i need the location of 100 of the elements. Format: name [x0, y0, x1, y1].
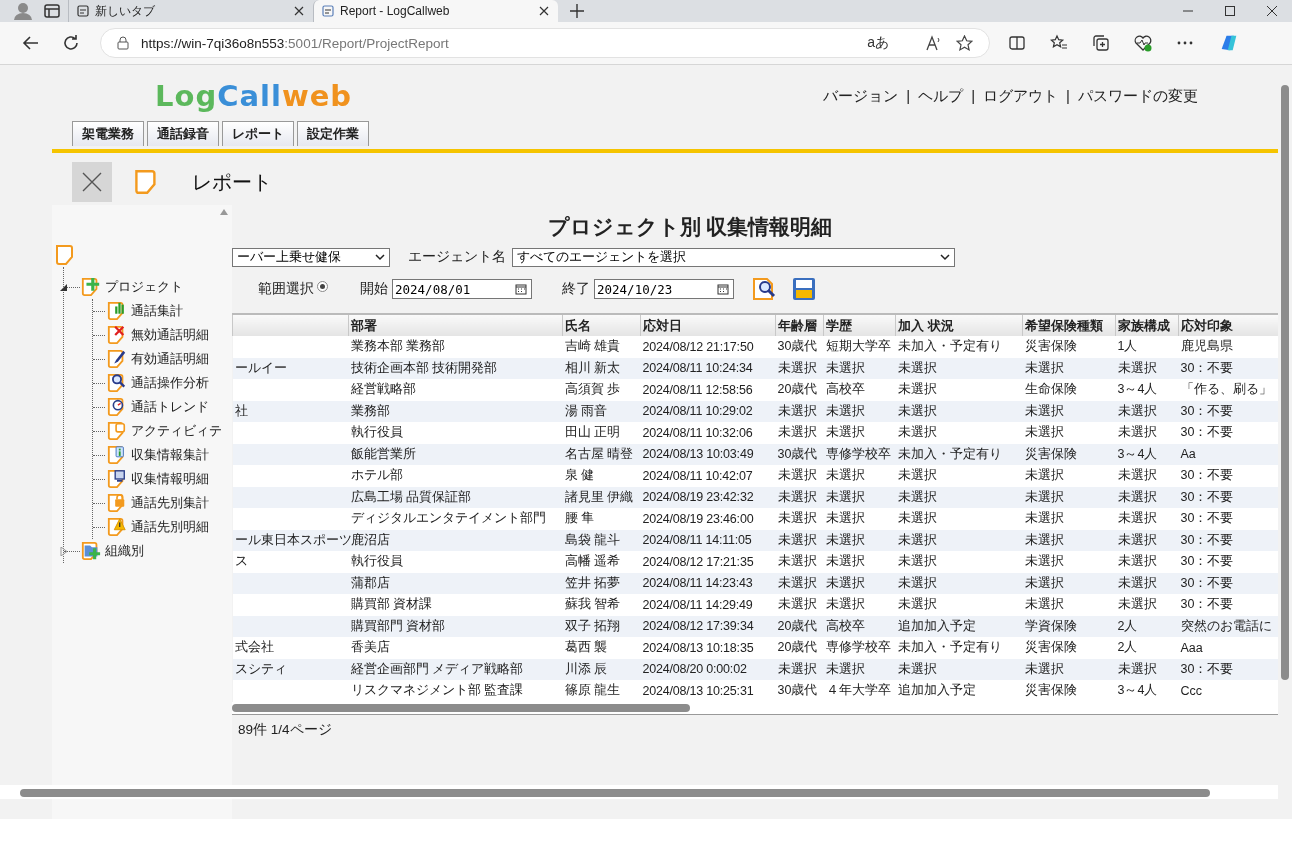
- close-button[interactable]: [72, 162, 112, 202]
- scrollbar-thumb[interactable]: [1281, 85, 1289, 680]
- profile-icon[interactable]: [12, 2, 34, 20]
- table-cell: 専修学校卒: [825, 640, 891, 655]
- browser-tab[interactable]: Report - LogCallweb: [313, 0, 558, 22]
- column-header[interactable]: 応対日: [640, 314, 776, 336]
- tree-item[interactable]: アクティビィテ: [131, 422, 222, 440]
- caret-icon[interactable]: [375, 253, 385, 261]
- scrollbar-thumb[interactable]: [20, 789, 1210, 797]
- table-cell: 未選択: [825, 554, 865, 569]
- range-radio[interactable]: [317, 280, 328, 292]
- expanded-icon[interactable]: [59, 283, 68, 292]
- tree-item[interactable]: 収集情報集計: [131, 446, 209, 464]
- logo-text: web: [281, 79, 353, 113]
- star-icon[interactable]: [956, 34, 973, 52]
- nav-tab[interactable]: 設定作業: [297, 121, 369, 146]
- header-link[interactable]: パスワードの変更: [1078, 87, 1198, 106]
- logo-text: Log: [155, 79, 218, 113]
- column-header[interactable]: 家族構成: [1115, 314, 1179, 336]
- new-tab-icon[interactable]: [570, 4, 584, 18]
- column-header[interactable]: 部署: [348, 314, 563, 336]
- table-cell: 専修学校卒: [825, 446, 891, 461]
- calendar-icon[interactable]: [717, 283, 729, 295]
- tree-item[interactable]: 収集情報明細: [131, 470, 209, 488]
- table-cell: 未選択: [1024, 554, 1064, 569]
- tree-item[interactable]: プロジェクト: [105, 278, 183, 296]
- heart-pulse-icon[interactable]: [1134, 34, 1152, 52]
- header-link[interactable]: バージョン: [823, 87, 899, 106]
- document-icon: [55, 243, 75, 267]
- table-cell: 30：不要: [1180, 468, 1234, 483]
- table-cell: ール東日本スポーツ: [234, 532, 352, 547]
- table-cell: 追加加入予定: [897, 618, 976, 633]
- agent-select[interactable]: すべてのエージェントを選択: [512, 247, 955, 267]
- tree-item[interactable]: 通話トレンド: [131, 398, 209, 416]
- maximize-icon[interactable]: [1224, 5, 1236, 17]
- nav-tab[interactable]: 架電業務: [72, 121, 144, 146]
- tab-actions-icon[interactable]: [44, 4, 60, 18]
- table-cell: 1人: [1117, 339, 1138, 354]
- table-cell: ールイー: [234, 360, 287, 375]
- table-cell: 2024/08/20 0:00:02: [642, 662, 747, 677]
- collapsed-icon[interactable]: [59, 547, 68, 556]
- table-cell: 未選択: [1117, 554, 1157, 569]
- favorites-icon[interactable]: [1050, 34, 1068, 52]
- tree-item[interactable]: 通話集計: [131, 302, 183, 320]
- table-cell: 未選択: [1024, 597, 1064, 612]
- tree-node-icon: [107, 300, 127, 322]
- tree-item[interactable]: 無効通話明細: [131, 326, 209, 344]
- translate-button[interactable]: aあ: [867, 34, 889, 52]
- column-header[interactable]: 希望保険種類: [1022, 314, 1116, 336]
- tree-item[interactable]: 組織別: [105, 542, 144, 560]
- read-aloud-icon[interactable]: [925, 34, 942, 52]
- end-date-field[interactable]: 2024/10/23: [594, 279, 734, 299]
- table-cell: 2024/08/11 10:32:06: [642, 425, 753, 440]
- close-icon[interactable]: [538, 5, 550, 17]
- table-cell: 30歳代: [777, 683, 818, 698]
- search-icon[interactable]: [752, 277, 776, 301]
- close-icon[interactable]: [293, 5, 305, 17]
- tree-item[interactable]: 通話先別明細: [131, 518, 209, 536]
- reload-icon[interactable]: [62, 34, 80, 52]
- back-icon[interactable]: [22, 34, 40, 52]
- header-link[interactable]: ヘルプ: [918, 87, 964, 106]
- split-screen-icon[interactable]: [1008, 34, 1026, 52]
- table-cell: 未選択: [777, 425, 817, 440]
- table-cell: 未加入・予定有り: [897, 640, 1002, 655]
- table-cell: 未選択: [825, 403, 865, 418]
- project-select[interactable]: ーバー上乗せ健保: [232, 247, 390, 267]
- nav-tab[interactable]: レポート: [222, 121, 294, 146]
- table-cell: 災害保険: [1024, 683, 1077, 698]
- table-cell: 2人: [1117, 640, 1138, 655]
- scroll-up-icon[interactable]: [220, 209, 228, 215]
- column-header[interactable]: 氏名: [562, 314, 641, 336]
- nav-tab[interactable]: 通話録音: [147, 121, 219, 146]
- collections-icon[interactable]: [1092, 34, 1110, 52]
- tree-item[interactable]: 有効通話明細: [131, 350, 209, 368]
- save-icon[interactable]: [792, 277, 816, 301]
- start-date-field[interactable]: 2024/08/01: [392, 279, 532, 299]
- table-cell: 2024/08/11 14:11:05: [642, 533, 752, 548]
- table-cell: 未選択: [825, 489, 865, 504]
- table-cell: 2024/08/13 10:18:35: [642, 640, 754, 655]
- column-header[interactable]: 学歴: [823, 314, 896, 336]
- caret-icon[interactable]: [940, 253, 950, 261]
- lock-icon[interactable]: [117, 36, 129, 50]
- table-cell: 未選択: [1024, 360, 1064, 375]
- table-cell: ス: [234, 554, 248, 569]
- column-header[interactable]: 応対印象: [1178, 314, 1279, 336]
- tree-item[interactable]: 通話操作分析: [131, 374, 209, 392]
- table-cell: Aa: [1180, 447, 1196, 462]
- tree-item[interactable]: 通話先別集計: [131, 494, 209, 512]
- address-bar[interactable]: https://win-7qi36o8n553:5001/Report/ProjectReport aあ: [100, 28, 990, 58]
- header-link[interactable]: ログアウト: [983, 87, 1059, 106]
- table-cell: 未選択: [777, 360, 817, 375]
- scrollbar-thumb[interactable]: [232, 703, 690, 712]
- close-icon[interactable]: [1266, 5, 1278, 17]
- column-header[interactable]: 年齢層: [775, 314, 824, 336]
- table-cell: 2024/08/11 10:24:34: [642, 361, 753, 376]
- calendar-icon[interactable]: [515, 283, 527, 295]
- table-cell: 蘇我 智希: [564, 597, 620, 612]
- table-cell: 未選択: [1024, 403, 1064, 418]
- page-title: レポート: [192, 169, 272, 195]
- column-header[interactable]: 加入 状況: [895, 314, 1023, 336]
